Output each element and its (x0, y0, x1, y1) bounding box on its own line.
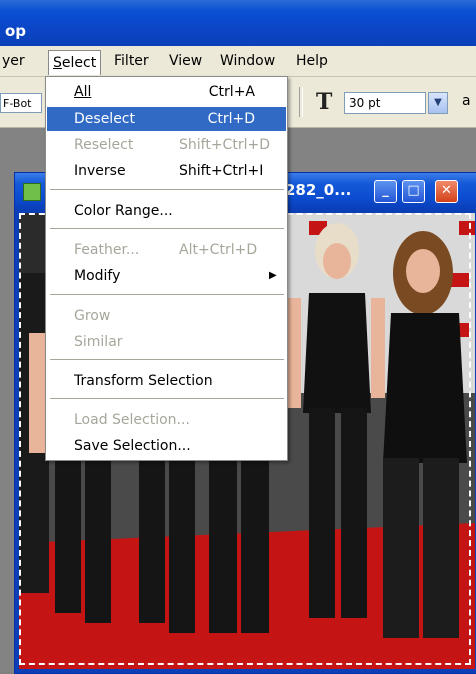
menu-item-label: Reselect (74, 137, 134, 153)
menu-window[interactable]: Window (220, 53, 275, 69)
menu-item-grow[interactable]: Grow (47, 304, 286, 328)
document-icon (23, 183, 41, 201)
menu-item-label: Transform Selection (74, 373, 213, 389)
menu-item-label: Deselect (74, 111, 135, 127)
menu-item-reselect[interactable]: Reselect Shift+Ctrl+D (47, 133, 286, 157)
menu-item-label: Grow (74, 308, 111, 324)
menu-help[interactable]: Help (296, 53, 328, 69)
menu-item-label: Save Selection... (74, 438, 191, 454)
menu-item-similar[interactable]: Similar (47, 330, 286, 354)
menu-select-accel: S (53, 55, 62, 71)
options-separator (299, 87, 303, 117)
menu-separator (50, 359, 284, 360)
menu-separator (50, 294, 284, 295)
menu-item-all[interactable]: All Ctrl+A (47, 80, 286, 104)
menu-layer[interactable]: yer (2, 53, 25, 69)
app-title: op (5, 22, 27, 40)
menu-filter[interactable]: Filter (114, 53, 149, 69)
menu-item-label: Load Selection... (74, 412, 190, 428)
font-size-dropdown-icon[interactable]: ▼ (428, 92, 448, 114)
menu-separator (50, 228, 284, 229)
menu-item-label: Feather... (74, 242, 140, 258)
font-size-input[interactable]: 30 pt (344, 92, 426, 114)
document-title: 282_0... (285, 181, 352, 199)
menu-item-feather[interactable]: Feather... Alt+Ctrl+D (47, 238, 286, 262)
minimize-button[interactable]: _ (374, 180, 397, 203)
menu-item-shortcut: Shift+Ctrl+D (179, 137, 270, 153)
menu-item-load-selection[interactable]: Load Selection... (47, 408, 286, 432)
menu-item-inverse[interactable]: Inverse Shift+Ctrl+I (47, 159, 286, 183)
menu-item-label: Inverse (74, 163, 126, 179)
menu-separator (50, 189, 284, 190)
menu-item-transform-selection[interactable]: Transform Selection (47, 369, 286, 393)
submenu-arrow-icon: ▶ (269, 270, 277, 281)
menu-item-label: All (74, 84, 92, 100)
app-title-bar: op (0, 0, 476, 46)
maximize-button[interactable]: □ (402, 180, 425, 203)
menu-item-shortcut: Shift+Ctrl+I (179, 163, 264, 179)
menu-item-label: Similar (74, 334, 123, 350)
close-button[interactable]: ✕ (435, 180, 458, 203)
menu-select[interactable]: Select (48, 50, 102, 75)
menu-item-save-selection[interactable]: Save Selection... (47, 434, 286, 458)
menu-view[interactable]: View (169, 53, 202, 69)
font-style-field[interactable]: F-Bot (0, 93, 42, 113)
menu-item-shortcut: Alt+Ctrl+D (179, 242, 258, 258)
menu-item-modify[interactable]: Modify ▶ (47, 264, 286, 288)
menu-select-rest: elect (61, 55, 97, 71)
menu-item-label: Modify (74, 268, 121, 284)
font-size-icon: T (316, 89, 333, 115)
menu-item-label: Color Range... (74, 203, 173, 219)
select-menu: All Ctrl+A Deselect Ctrl+D Reselect Shif… (45, 76, 288, 461)
options-trailing-text: a (462, 93, 471, 109)
menu-item-deselect[interactable]: Deselect Ctrl+D (47, 107, 286, 131)
menu-bar: yer Select Filter View Window Help (0, 46, 476, 77)
menu-item-color-range[interactable]: Color Range... (47, 199, 286, 223)
menu-item-shortcut: Ctrl+A (208, 84, 255, 100)
menu-separator (50, 398, 284, 399)
menu-item-shortcut: Ctrl+D (207, 111, 255, 127)
